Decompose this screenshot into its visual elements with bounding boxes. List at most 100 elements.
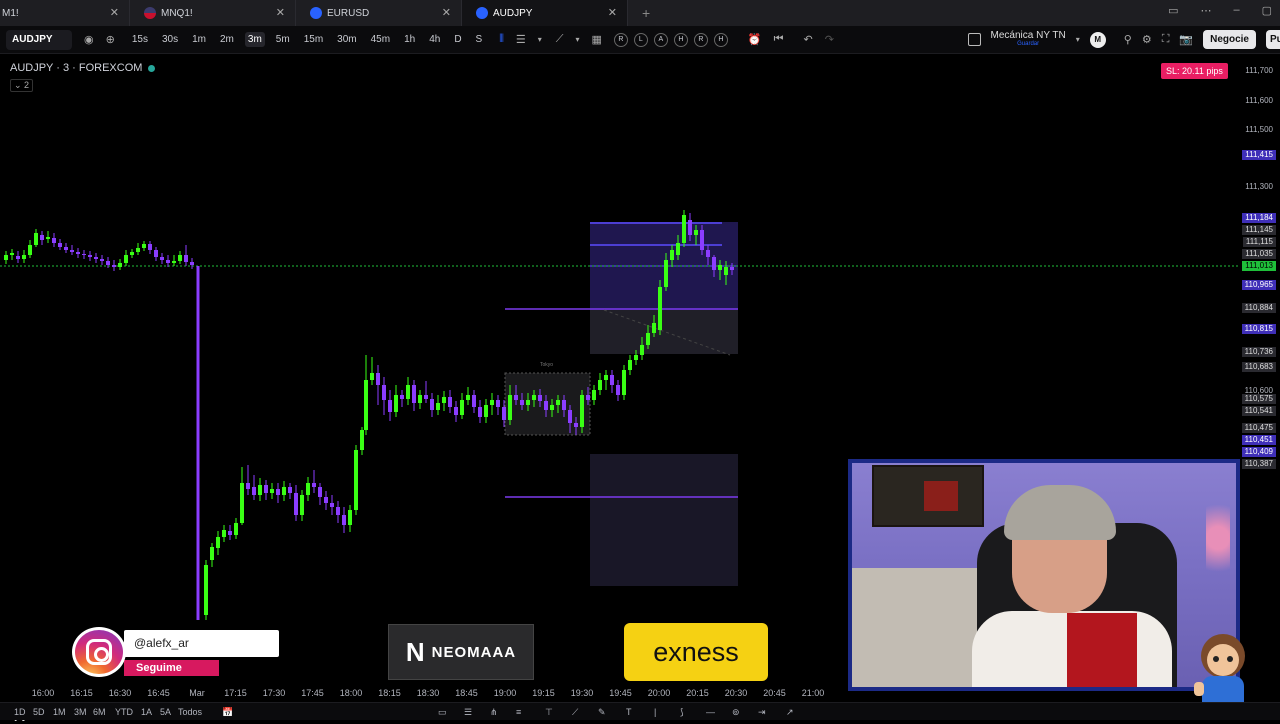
close-icon[interactable]: ✕	[442, 6, 451, 19]
tab-audjpy[interactable]: AUDJPY ✕	[462, 0, 628, 26]
rect-tool-icon[interactable]: ▭	[438, 707, 447, 718]
strategy-icon[interactable]: ⟋	[556, 33, 564, 46]
timeframe-3m[interactable]: 3m	[244, 32, 265, 47]
close-icon[interactable]: ✕	[276, 6, 285, 19]
pen-tool-icon[interactable]: ✎	[598, 707, 606, 718]
minimize-icon[interactable]: –	[1233, 4, 1239, 17]
symbol-search[interactable]: AUDJPY	[6, 29, 72, 50]
price-label: 111,600	[1245, 96, 1273, 105]
new-tab-icon[interactable]: +	[642, 5, 650, 21]
range-5D[interactable]: 5D	[33, 707, 45, 717]
price-label: 110,884	[1241, 303, 1276, 313]
trade-button[interactable]: Negocie	[1203, 30, 1256, 49]
timeframe-S[interactable]: S	[473, 32, 486, 47]
candle-body	[160, 257, 164, 260]
replay-button-1[interactable]: L	[633, 32, 648, 47]
brush-tool-icon[interactable]: ⟆	[680, 707, 684, 718]
indicator-collapse[interactable]: ⌄ 2	[10, 79, 34, 92]
replay-button-2[interactable]: A	[653, 32, 668, 47]
range-YTD[interactable]: YTD	[115, 707, 133, 717]
channel-tool-icon[interactable]: ≡	[516, 707, 521, 717]
timeframe-D[interactable]: D	[451, 32, 464, 47]
shirt-stripe	[1067, 613, 1137, 687]
replay-button-0[interactable]: R	[613, 32, 628, 47]
visibility-icon[interactable]: ◉	[84, 33, 94, 46]
timeframe-1m[interactable]: 1m	[189, 32, 209, 47]
undo-icon[interactable]: ↶	[803, 33, 812, 46]
range-1D[interactable]: 1D	[14, 707, 26, 717]
price-label: 110,683	[1241, 362, 1276, 372]
candle-body	[124, 255, 128, 263]
text-tool-icon[interactable]: T	[626, 707, 632, 717]
chevron-down-icon[interactable]: ▾	[575, 35, 579, 44]
range-tool-icon[interactable]: ⇥	[758, 707, 766, 718]
redo-icon[interactable]: ↷	[825, 33, 834, 46]
close-icon[interactable]: ✕	[110, 6, 119, 19]
bar-style-icon[interactable]: ⫴	[499, 33, 504, 46]
instagram-follow: Seguime	[124, 660, 219, 676]
candle-body	[568, 410, 572, 423]
replay-icon[interactable]: ⏮	[774, 33, 784, 46]
timeframe-2m[interactable]: 2m	[217, 32, 237, 47]
range-3M[interactable]: 3M	[74, 707, 87, 717]
timeframe-15m[interactable]: 15m	[301, 32, 326, 47]
close-icon[interactable]: ✕	[608, 6, 617, 19]
layout-badge[interactable]: M	[1089, 31, 1106, 48]
indicators-icon[interactable]: ☰	[516, 33, 526, 46]
path-tool-icon[interactable]: ⟋	[572, 707, 578, 718]
trend-tool-icon[interactable]: ↗	[786, 707, 794, 718]
hline-tool-icon[interactable]: —	[706, 707, 715, 717]
tab-m1[interactable]: M1! ✕	[0, 0, 130, 26]
layout-name[interactable]: Mecánica NY TN Guardar	[991, 30, 1066, 49]
fullscreen-icon[interactable]: ⛶	[1162, 33, 1170, 46]
fib-tool-icon[interactable]: ☰	[464, 707, 472, 718]
window-controls: ▭ ⋯ – ▢	[1168, 4, 1272, 17]
chevron-down-icon[interactable]: ▾	[1076, 35, 1080, 44]
range-Todos[interactable]: Todos	[178, 707, 202, 717]
pitchfork-tool-icon[interactable]: ⋔	[490, 707, 498, 718]
candle-body	[448, 397, 452, 407]
more-icon[interactable]: ⋯	[1200, 4, 1211, 17]
candle-body	[376, 373, 380, 385]
tab-mnq1[interactable]: MNQ1! ✕	[130, 0, 296, 26]
time-label: 18:30	[416, 688, 440, 698]
measure-tool-icon[interactable]: ⊤	[545, 707, 553, 718]
target-tool-icon[interactable]: ⊚	[732, 707, 740, 718]
layout-icon[interactable]: ▭	[1168, 4, 1178, 17]
tab-eurusd[interactable]: EURUSD ✕	[296, 0, 462, 26]
alert-icon[interactable]: ⏰	[748, 33, 762, 46]
candle-body	[484, 405, 488, 417]
timeframe-4h[interactable]: 4h	[426, 32, 443, 47]
templates-icon[interactable]: ▦	[591, 33, 601, 46]
range-1M[interactable]: 1M	[53, 707, 66, 717]
timeframe-5m[interactable]: 5m	[273, 32, 293, 47]
range-5A[interactable]: 5A	[160, 707, 171, 717]
camera-icon[interactable]: 📷	[1179, 33, 1193, 46]
chevron-down-icon[interactable]: ▾	[538, 35, 542, 44]
candle-body	[64, 247, 68, 250]
checkbox-icon[interactable]	[967, 33, 981, 46]
replay-button-4[interactable]: R	[693, 32, 708, 47]
price-label: 111,035	[1242, 249, 1276, 259]
timeframe-1h[interactable]: 1h	[401, 32, 418, 47]
timeframe-45m[interactable]: 45m	[368, 32, 393, 47]
vline-tool-icon[interactable]: |	[654, 707, 656, 717]
picture-detail	[924, 481, 958, 511]
range-6M[interactable]: 6M	[93, 707, 106, 717]
timeframe-15s[interactable]: 15s	[129, 32, 151, 47]
candle-body	[400, 395, 404, 399]
replay-button-3[interactable]: H	[673, 32, 688, 47]
candle-body	[496, 400, 500, 407]
candle-body	[580, 395, 584, 427]
calendar-icon[interactable]: 📅	[222, 707, 233, 718]
timeframe-30m[interactable]: 30m	[334, 32, 359, 47]
publish-button[interactable]: Pu	[1266, 30, 1280, 49]
search-icon[interactable]: ⚲	[1124, 33, 1132, 46]
maximize-icon[interactable]: ▢	[1262, 4, 1272, 17]
timeframe-30s[interactable]: 30s	[159, 32, 181, 47]
compare-icon[interactable]: ⊕	[106, 33, 115, 46]
replay-button-5[interactable]: H	[713, 32, 728, 47]
range-1A[interactable]: 1A	[141, 707, 152, 717]
candle-body	[730, 267, 734, 270]
gear-icon[interactable]: ⚙	[1142, 33, 1152, 46]
